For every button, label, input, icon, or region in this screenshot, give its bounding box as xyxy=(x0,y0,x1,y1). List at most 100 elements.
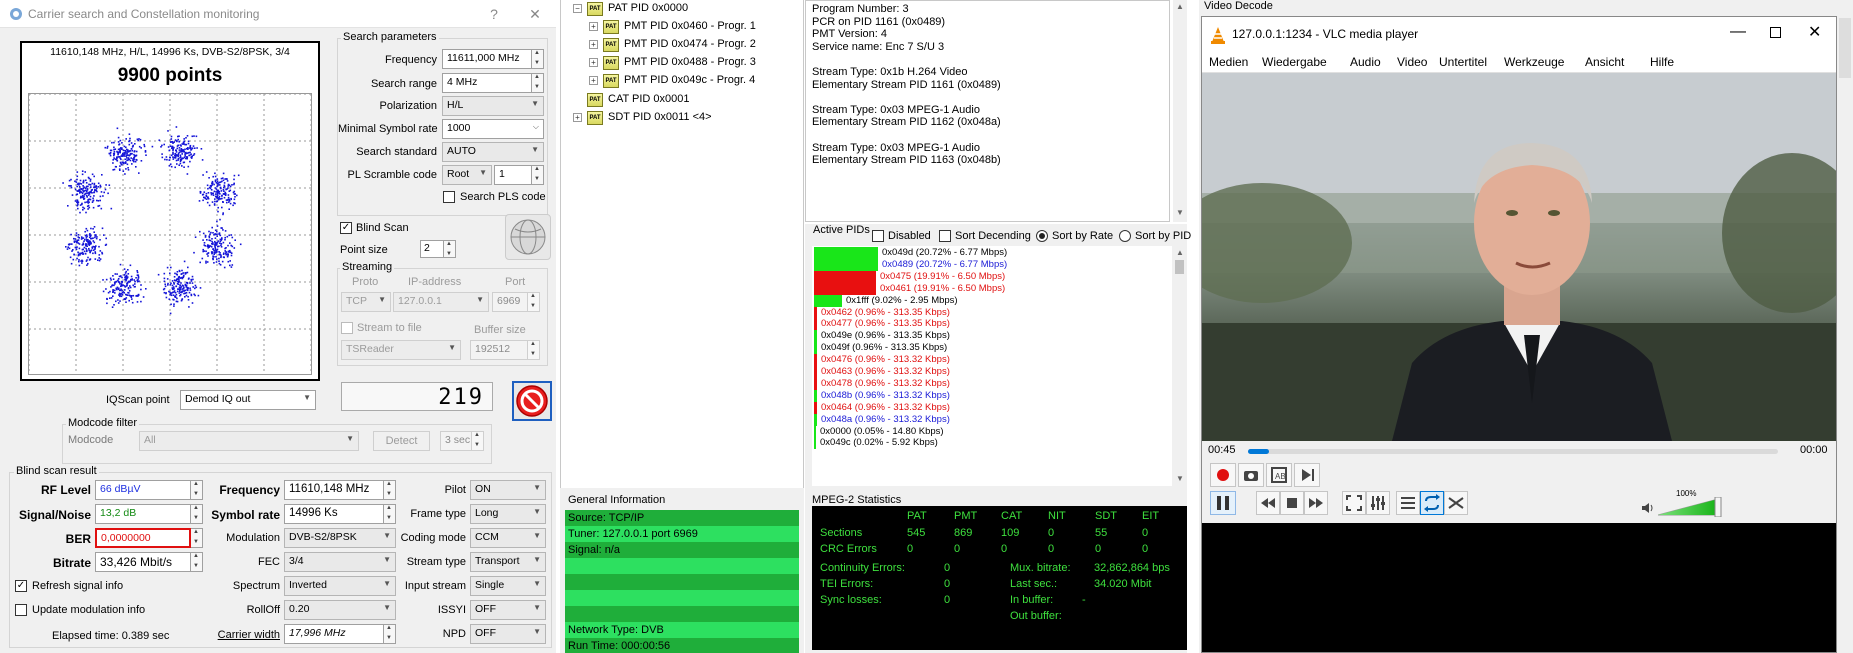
globe-button[interactable] xyxy=(505,214,551,260)
tree-node-pat[interactable]: − PAT PAT PID 0x0000 xyxy=(567,0,797,18)
stop-playback-button[interactable] xyxy=(1280,491,1304,515)
coding-mode-select[interactable]: CCM ▼ xyxy=(470,528,546,548)
frame-step-button[interactable] xyxy=(1294,463,1320,487)
next-button[interactable] xyxy=(1304,491,1328,515)
scroll-down-icon[interactable]: ▼ xyxy=(1176,208,1184,217)
port-input[interactable]: 6969 xyxy=(492,292,528,312)
min-symbol-rate-select[interactable]: 1000 ⌵ xyxy=(442,119,544,139)
spectrum-select[interactable]: Inverted ▼ xyxy=(284,576,396,596)
volume-handle[interactable] xyxy=(1714,497,1722,517)
stop-button[interactable] xyxy=(512,381,552,421)
info-scrollbar[interactable]: ▲ ▼ xyxy=(1173,0,1187,222)
carrier-width-label[interactable]: Carrier width xyxy=(207,629,280,641)
menu-untertitel[interactable]: Untertitel xyxy=(1439,55,1487,69)
tree-node-pmt[interactable]: + PAT PMT PID 0x0488 - Progr. 3 xyxy=(567,54,797,72)
detect-time-input[interactable]: 3 sec xyxy=(440,431,472,451)
snapshot-button[interactable] xyxy=(1238,463,1264,487)
extended-settings-button[interactable] xyxy=(1366,491,1390,515)
scroll-down-icon[interactable]: ▼ xyxy=(1176,474,1184,483)
ip-select[interactable]: 127.0.0.1 ▼ xyxy=(393,292,489,312)
scroll-up-icon[interactable]: ▲ xyxy=(1176,2,1184,11)
sort-rate-radio[interactable] xyxy=(1036,230,1048,242)
detect-button[interactable]: Detect xyxy=(373,431,430,451)
buffer-size-spinner[interactable] xyxy=(528,340,540,360)
npd-select[interactable]: OFF ▼ xyxy=(470,624,546,644)
volume-slider[interactable] xyxy=(1658,497,1722,517)
tree-node-cat[interactable]: PAT CAT PID 0x0001 xyxy=(567,91,797,109)
input-stream-select[interactable]: Single ▼ xyxy=(470,576,546,596)
close-button[interactable]: ✕ xyxy=(524,4,546,24)
tree-node-sdt[interactable]: + PAT SDT PID 0x0011 <4> xyxy=(567,109,797,127)
frequency-input[interactable]: 11611,000 MHz xyxy=(442,49,532,69)
search-pls-checkbox[interactable] xyxy=(443,191,455,203)
pids-scrollbar[interactable]: ▲ ▼ xyxy=(1174,248,1186,488)
vlc-side-scrollbar[interactable] xyxy=(1839,18,1851,78)
modulation-select[interactable]: DVB-S2/8PSK ▼ xyxy=(284,528,396,548)
tree-node-pmt[interactable]: + PAT PMT PID 0x049c - Progr. 4 xyxy=(567,72,797,90)
menu-ansicht[interactable]: Ansicht xyxy=(1585,55,1624,69)
detect-time-spinner[interactable] xyxy=(472,431,484,451)
scroll-thumb[interactable] xyxy=(1175,260,1184,274)
blind-scan-checkbox[interactable]: ✓ xyxy=(340,222,352,234)
update-modulation-checkbox[interactable] xyxy=(15,604,27,616)
stream-type-select[interactable]: Transport ▼ xyxy=(470,552,546,572)
minimize-button[interactable]: — xyxy=(1730,23,1746,41)
file-type-select[interactable]: TSReader ▼ xyxy=(341,340,461,360)
seek-bar[interactable] xyxy=(1248,449,1778,454)
bitrate-spinner[interactable] xyxy=(191,552,203,572)
frequency-result-spinner[interactable] xyxy=(384,480,396,500)
point-size-spinner[interactable] xyxy=(444,240,456,258)
carrier-width-spinner[interactable] xyxy=(384,624,396,644)
search-standard-select[interactable]: AUTO ▼ xyxy=(442,142,544,162)
ab-loop-button[interactable]: AB xyxy=(1266,463,1292,487)
frequency-spinner[interactable] xyxy=(532,49,544,69)
pl-scramble-spinner[interactable] xyxy=(532,165,544,185)
playlist-button[interactable] xyxy=(1396,491,1420,515)
previous-button[interactable] xyxy=(1256,491,1280,515)
loop-button[interactable] xyxy=(1420,491,1444,515)
issyi-select[interactable]: OFF ▼ xyxy=(470,600,546,620)
rf-level-spinner[interactable] xyxy=(191,480,203,500)
video-frame[interactable] xyxy=(1202,73,1836,441)
port-spinner[interactable] xyxy=(528,292,540,312)
menu-audio[interactable]: Audio xyxy=(1350,55,1381,69)
pid-row[interactable]: 0x049c (0.02% - 5.92 Kbps) xyxy=(812,436,1168,450)
tree-node-pmt[interactable]: + PAT PMT PID 0x0474 - Progr. 2 xyxy=(567,36,797,54)
sort-pid-radio[interactable] xyxy=(1119,230,1131,242)
refresh-signal-checkbox[interactable]: ✓ xyxy=(15,580,27,592)
record-button[interactable] xyxy=(1210,463,1236,487)
buffer-size-input[interactable]: 192512 xyxy=(470,340,528,360)
menu-hilfe[interactable]: Hilfe xyxy=(1650,55,1674,69)
fullscreen-button[interactable] xyxy=(1342,491,1366,515)
sort-descending-checkbox[interactable] xyxy=(939,230,951,242)
pl-scramble-input[interactable]: 1 xyxy=(494,165,532,185)
maximize-button[interactable] xyxy=(1770,27,1781,38)
disabled-checkbox[interactable] xyxy=(872,230,884,242)
shuffle-button[interactable] xyxy=(1444,491,1468,515)
modcode-select[interactable]: All ▼ xyxy=(139,431,359,451)
menu-werkzeuge[interactable]: Werkzeuge xyxy=(1504,55,1564,69)
menu-wiedergabe[interactable]: Wiedergabe xyxy=(1262,55,1327,69)
polarization-select[interactable]: H/L ▼ xyxy=(442,96,544,116)
help-button[interactable]: ? xyxy=(483,4,505,24)
stream-to-file-checkbox[interactable] xyxy=(341,322,353,334)
search-range-input[interactable]: 4 MHz xyxy=(442,73,532,93)
ber-spinner[interactable] xyxy=(191,528,203,548)
vlc-close-button[interactable]: ✕ xyxy=(1808,22,1821,42)
pilot-select[interactable]: ON ▼ xyxy=(470,480,546,500)
frame-type-select[interactable]: Long ▼ xyxy=(470,504,546,524)
pl-scramble-mode-select[interactable]: Root ▼ xyxy=(442,165,492,185)
iqscan-select[interactable]: Demod IQ out ▼ xyxy=(180,390,316,410)
menu-medien[interactable]: Medien xyxy=(1209,55,1248,69)
search-range-spinner[interactable] xyxy=(532,73,544,93)
scroll-up-icon[interactable]: ▲ xyxy=(1176,248,1184,257)
tree-node-pmt[interactable]: + PAT PMT PID 0x0460 - Progr. 1 xyxy=(567,18,797,36)
volume-icon[interactable] xyxy=(1640,501,1654,515)
proto-select[interactable]: TCP ▼ xyxy=(341,292,391,312)
symbol-rate-spinner[interactable] xyxy=(384,504,396,524)
fec-select[interactable]: 3/4 ▼ xyxy=(284,552,396,572)
point-size-input[interactable]: 2 xyxy=(420,240,444,258)
signal-noise-spinner[interactable] xyxy=(191,504,203,524)
menu-video[interactable]: Video xyxy=(1397,55,1427,69)
rolloff-select[interactable]: 0.20 ▼ xyxy=(284,600,396,620)
